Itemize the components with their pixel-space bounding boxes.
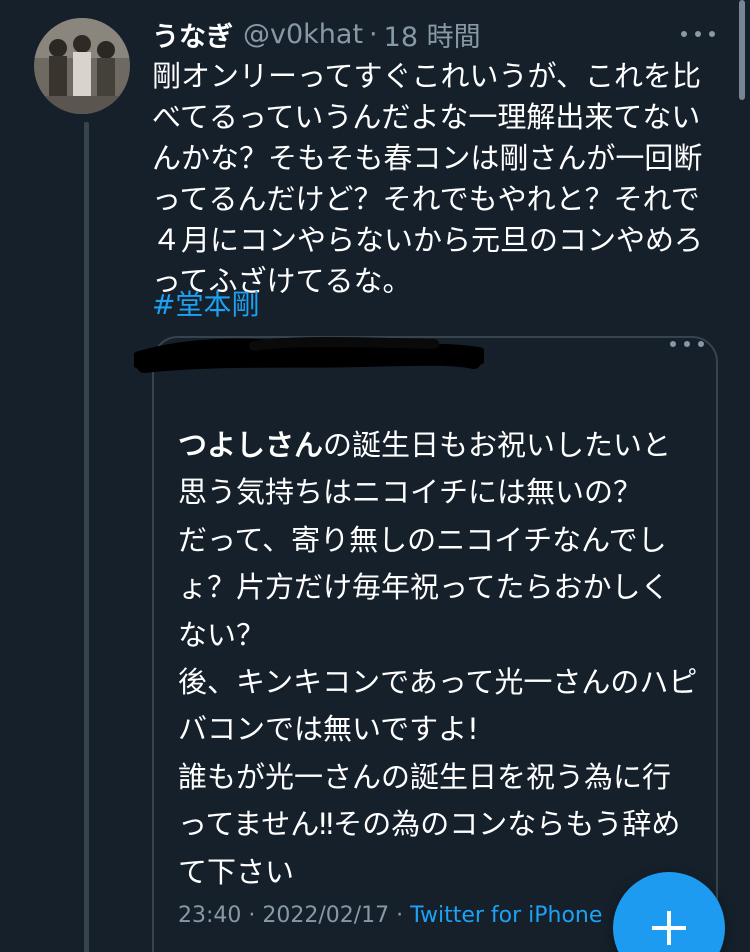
tweet-more-button[interactable] xyxy=(676,22,720,46)
avatar[interactable] xyxy=(34,18,130,114)
redaction-scribble xyxy=(131,337,487,373)
plus-icon xyxy=(652,911,686,945)
quote-timestamp: 23:40 · 2022/02/17 · xyxy=(178,903,411,928)
author-name[interactable]: うなぎ xyxy=(152,15,233,54)
avatar-photo xyxy=(34,18,130,114)
quote-more-button[interactable] xyxy=(664,334,710,354)
quote-body: の誕生日もお祝いしたいと思う気持ちはニコイチには無いの？ だって、寄り無しのニコ… xyxy=(178,428,698,889)
thread-line xyxy=(84,122,89,952)
tweet-detail-screen: うなぎ @v0khat · 18 時間 剛オンリーってすぐこれいうが、これを比べ… xyxy=(0,0,750,952)
header-separator: · xyxy=(369,18,378,50)
more-horizontal-icon xyxy=(670,341,704,347)
tweet-time[interactable]: 18 時間 xyxy=(384,15,481,54)
quote-highlight: つよしさん xyxy=(178,428,324,462)
more-horizontal-icon xyxy=(681,31,715,37)
quoted-tweet-meta: 23:40 · 2022/02/17 · Twitter for iPhone xyxy=(178,903,602,928)
quoted-tweet-text: つよしさんの誕生日もお祝いしたいと思う気持ちはニコイチには無いの？ だって、寄り… xyxy=(178,422,698,896)
scrollbar[interactable] xyxy=(739,0,745,100)
tweet-header: うなぎ @v0khat · 18 時間 xyxy=(152,14,481,54)
redacted-quote-author xyxy=(131,336,487,382)
author-handle[interactable]: @v0khat xyxy=(243,19,363,50)
quote-source-link[interactable]: Twitter for iPhone xyxy=(410,903,602,928)
tweet-text: 剛オンリーってすぐこれいうが、これを比べてるっていうんだよな一理解出来てないんか… xyxy=(152,59,704,298)
hashtag-link[interactable]: #堂本剛 xyxy=(152,283,259,323)
